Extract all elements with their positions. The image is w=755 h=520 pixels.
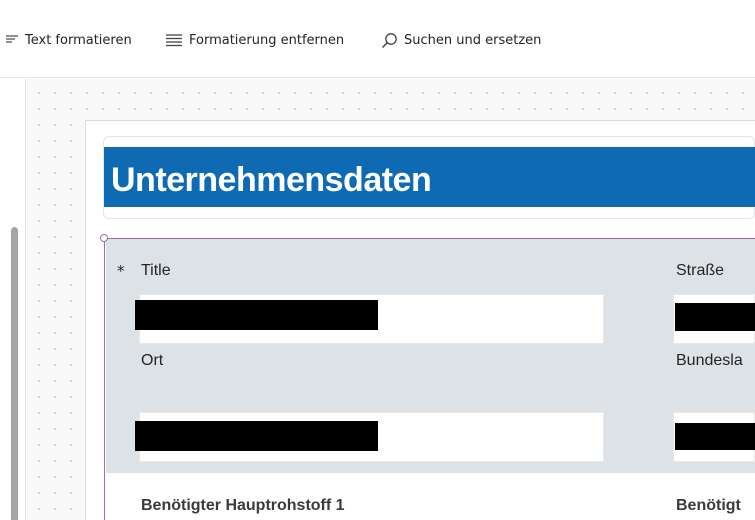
left-panel (0, 79, 26, 520)
format-text-icon (5, 33, 19, 47)
ort-field-label: Ort (141, 352, 164, 369)
command-toolbar: Text formatieren Formatierung entfernen … (0, 0, 755, 78)
remove-formatting-icon (165, 33, 183, 47)
format-text-label: Text formatieren (25, 32, 132, 48)
redacted-title-value (135, 300, 378, 330)
remove-formatting-button[interactable]: Formatierung entfernen (165, 30, 344, 50)
search-icon (381, 32, 398, 49)
redacted-ort-value (135, 421, 378, 451)
page-title: Unternehmensdaten (111, 161, 432, 199)
vertical-scrollbar[interactable] (11, 227, 18, 520)
strasse-field-label: Straße (676, 262, 725, 279)
bundesland-field-label: Bundesla (676, 352, 743, 369)
format-text-button[interactable]: Text formatieren (5, 30, 132, 50)
title-field-label: Title (141, 262, 171, 279)
resize-handle[interactable] (100, 234, 108, 242)
required-marker: * (117, 262, 125, 280)
find-replace-label: Suchen und ersetzen (404, 32, 542, 48)
redacted-bundesland-value (675, 423, 755, 450)
hauptrohstoff1-field-label: Benötigter Hauptrohstoff 1 (141, 497, 345, 514)
remove-formatting-label: Formatierung entfernen (189, 32, 345, 48)
find-replace-button[interactable]: Suchen und ersetzen (381, 30, 541, 50)
redacted-strasse-value (675, 303, 755, 331)
hauptrohstoff2-field-label: Benötigt (676, 497, 741, 514)
